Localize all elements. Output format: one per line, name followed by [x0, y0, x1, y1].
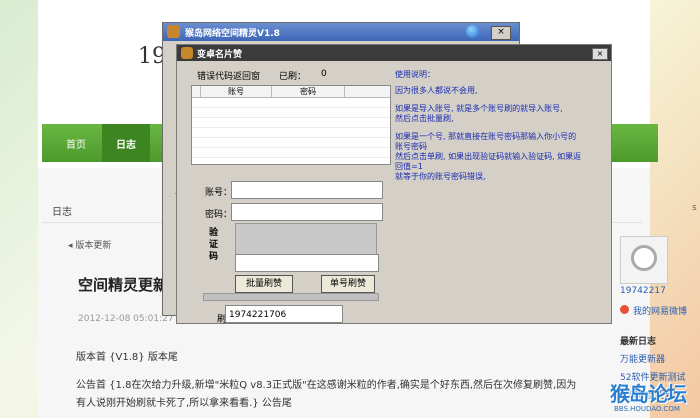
nav-home-link[interactable]: 首页 — [66, 136, 86, 151]
account-input[interactable] — [231, 181, 383, 199]
side-text: s — [692, 203, 697, 213]
outer-title-bar[interactable]: 猴岛网络空间精灵V1.8 × — [163, 23, 519, 41]
password-label: 密码： — [205, 210, 233, 220]
forum-watermark-logo: 猴岛论坛 BBS.HOUDAO.COM — [610, 378, 700, 418]
outer-window-body — [163, 41, 175, 315]
globe-icon[interactable] — [466, 25, 479, 38]
usage-instructions-panel: 使用说明： 因为很多人都说不会用, 如果是导入账号, 就是多个账号刷的就导入账号… — [391, 65, 607, 321]
post-body-line: 公告首 {1.8在次给力升级,新增"米粒Q v8.3正式版"在这感谢米粒的作者,… — [76, 380, 577, 391]
account-list-table[interactable]: 账号 密码 — [191, 85, 391, 165]
post-title: 空间精灵更新 — [78, 276, 169, 294]
refreshed-count-value: 0 — [321, 69, 327, 79]
recent-posts-title: 最新日志 — [620, 337, 657, 347]
captcha-label: 验证码 — [209, 228, 219, 262]
account-label: 账号： — [205, 188, 233, 198]
table-row[interactable] — [192, 138, 390, 148]
inner-close-button[interactable]: × — [592, 48, 608, 60]
table-header[interactable] — [192, 86, 201, 98]
watermark-url: BBS.HOUDAO.COM — [614, 405, 680, 413]
help-line: 然后点击单刷, 如果出现验证码就输入验证码, 如果返 — [395, 152, 582, 161]
captcha-image — [235, 223, 377, 255]
progress-bar — [203, 293, 379, 301]
post-date: 2012-12-08 05:01:27 — [78, 314, 174, 324]
batch-like-button[interactable]: 批量刷赞 — [235, 275, 293, 293]
outer-window-title: 猴岛网络空间精灵V1.8 — [185, 29, 280, 39]
nav-diary-link[interactable]: 日志 — [116, 136, 136, 151]
help-line: 因为很多人都说不会用, — [395, 86, 478, 95]
back-link[interactable]: ◂ 版本更新 — [68, 238, 111, 251]
error-code-label: 错误代码返回窗 — [197, 72, 261, 82]
user-id-link[interactable]: 19742217 — [620, 286, 666, 296]
table-row[interactable] — [192, 128, 390, 138]
inner-window-title: 变卓名片赞 — [197, 50, 243, 60]
table-header[interactable] — [345, 86, 390, 98]
captcha-input[interactable] — [235, 254, 379, 272]
watermark-text: 猴岛论坛 — [610, 382, 687, 406]
monkey-app-icon — [167, 25, 180, 38]
post-body-line: 版本首 {V1.8} 版本尾 — [76, 352, 178, 363]
single-like-button[interactable]: 单号刷赞 — [321, 275, 375, 293]
password-input[interactable] — [231, 203, 383, 221]
recent-post-link[interactable]: 万能更新器 — [620, 352, 665, 365]
refresh-account-input[interactable]: 1974221706 — [225, 305, 343, 323]
avatar[interactable] — [620, 236, 668, 284]
weibo-link[interactable]: 我的网易微博 — [633, 304, 687, 317]
table-header-password[interactable]: 密码 — [272, 86, 345, 98]
table-row[interactable] — [192, 98, 390, 108]
table-row[interactable] — [192, 108, 390, 118]
refreshed-count-label: 已刷： — [279, 72, 307, 82]
table-header-account[interactable]: 账号 — [201, 86, 272, 98]
help-line: 然后点击批量刷, — [395, 114, 454, 123]
table-row[interactable] — [192, 118, 390, 128]
like-dialog-window: 变卓名片赞 × 错误代码返回窗 已刷： 0 账号 密码 账号： 密码： 验证码 … — [176, 44, 612, 325]
weibo-icon — [620, 305, 629, 314]
help-line: 使用说明： — [395, 70, 435, 79]
monkey-app-icon — [181, 47, 193, 59]
outer-close-button[interactable]: × — [491, 26, 511, 40]
post-body-line: 有人说刚开始刷就卡死了,所以拿来看看.} 公告尾 — [76, 398, 292, 409]
avatar-placeholder-icon — [631, 245, 657, 271]
table-row[interactable] — [192, 148, 390, 158]
help-line: 就等于你的账号密码错误, — [395, 172, 486, 181]
section-label: 日志 — [52, 207, 72, 218]
inner-title-bar[interactable]: 变卓名片赞 × — [177, 45, 611, 61]
